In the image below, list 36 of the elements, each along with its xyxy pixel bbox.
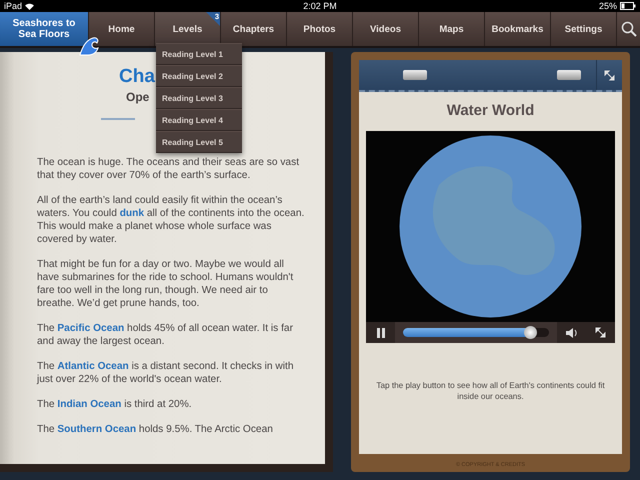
body-paragraph: The Indian Ocean is third at 20%. <box>37 398 193 411</box>
video-caption: Tap the play button to see how all of Earth's continents could fit inside our oceans. <box>375 380 606 402</box>
expand-icon <box>595 327 606 338</box>
body-paragraph: The ocean is huge. The oceans and their seas are so vast that they cover over 70% of the earth’s surface. <box>37 156 300 182</box>
nav-tab[interactable]: Home <box>88 12 154 46</box>
body-paragraph: The Pacific Ocean holds 45% of all ocean water. It is far and away the largest ocean. <box>37 322 294 348</box>
clip-icon <box>557 70 581 80</box>
fullscreen-button[interactable] <box>586 322 615 343</box>
nav-tab[interactable]: Settings <box>550 12 616 46</box>
nav-tab[interactable]: Videos <box>352 12 418 46</box>
chapter-subtitle: Ope <box>125 90 150 104</box>
nav-tab[interactable]: Bookmarks <box>484 12 550 46</box>
nav-tab[interactable]: Maps <box>418 12 484 46</box>
body-paragraph: All of the earth’s land could easily fit within the ocean’s waters. You could dunk all of the continents into the ocean. This would make a planet whose whole surface was covered by water. <box>37 194 306 246</box>
wave-logo-icon <box>78 36 100 56</box>
body-paragraph: That might be fun for a day or two. Maybe we would all have submarines for the ride to school. Humans wouldn't fare too well in the long run, though. We need air to breathe. We’d get prune hands, too. <box>37 258 294 310</box>
video-title: Water World <box>446 102 534 119</box>
nav-tab[interactable]: Photos <box>286 12 352 46</box>
clock-time: 2:02 PM <box>303 1 337 11</box>
search-icon <box>620 21 636 37</box>
volume-button[interactable] <box>557 322 586 343</box>
clip-icon <box>403 70 427 80</box>
speaker-icon <box>566 328 578 338</box>
battery-percent: 25% <box>598 1 617 11</box>
body-paragraph: The Atlantic Ocean is a distant second. It checks in with just over 22% of the world's ocean water. <box>37 360 295 386</box>
badge-corner <box>206 12 220 26</box>
device-name: iPad <box>4 1 22 11</box>
expand-icon <box>604 70 615 80</box>
battery-icon <box>620 2 636 10</box>
pause-icon <box>376 328 384 338</box>
pause-button[interactable] <box>366 322 395 343</box>
wifi-icon <box>25 2 34 10</box>
app-title[interactable]: Seashores to Sea Floors <box>0 12 88 46</box>
body-paragraph: The Southern Ocean holds 9.5%. The Arctic Ocean <box>37 423 274 436</box>
chapter-title: Cha <box>119 66 155 88</box>
slider-thumb[interactable] <box>524 326 538 339</box>
